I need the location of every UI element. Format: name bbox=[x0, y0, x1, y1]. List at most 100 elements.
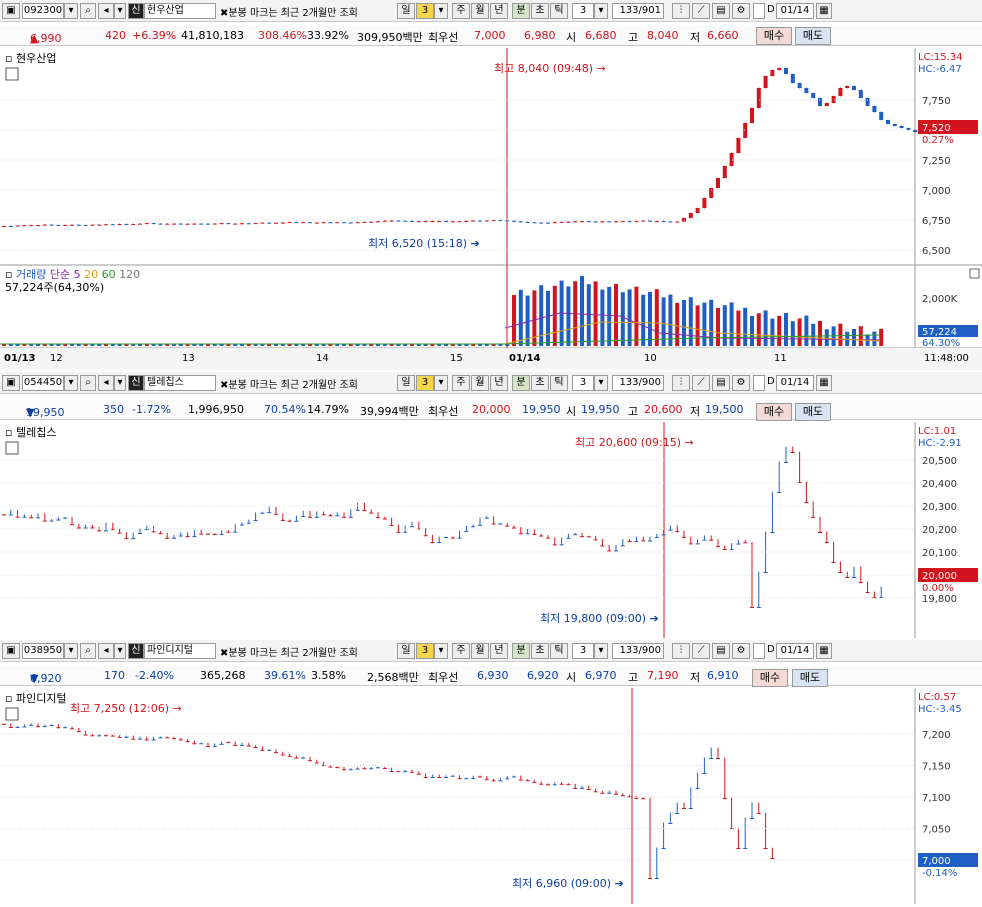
candle bbox=[29, 225, 34, 227]
volume-bar bbox=[811, 323, 816, 346]
gear-icon[interactable]: ⚙ bbox=[732, 3, 750, 19]
interval-select[interactable]: 3 bbox=[572, 643, 594, 659]
buy-button[interactable]: 매수 bbox=[756, 403, 792, 421]
sell-button[interactable]: 매도 bbox=[795, 403, 831, 421]
period-second-button[interactable]: 초 bbox=[531, 375, 549, 391]
indicator-icon[interactable]: ⫶ bbox=[672, 3, 690, 19]
search-icon[interactable]: ⌕ bbox=[80, 375, 96, 391]
code-dropdown-icon[interactable]: ▾ bbox=[64, 3, 78, 19]
save-icon[interactable]: ▤ bbox=[712, 643, 730, 659]
period-year-button[interactable]: 년 bbox=[490, 643, 508, 659]
price-chart[interactable]: ▫ 텔레칩스 LC:1.01 HC:-2.91 20,500 20,400 20,3… bbox=[0, 422, 982, 638]
period-dropdown-icon[interactable]: ▾ bbox=[434, 375, 448, 391]
stock-name[interactable]: 텔레칩스 bbox=[144, 375, 216, 391]
interval-dropdown-icon[interactable]: ▾ bbox=[594, 643, 608, 659]
code-input[interactable]: 092300 bbox=[22, 3, 64, 19]
grid-icon[interactable] bbox=[5, 67, 19, 81]
period-week-button[interactable]: 주 bbox=[452, 375, 470, 391]
sound-dropdown-icon[interactable]: ▾ bbox=[114, 643, 126, 659]
count-input[interactable]: 133/900 bbox=[612, 375, 664, 391]
draw-icon[interactable]: ⟋ bbox=[692, 643, 710, 659]
stock-name[interactable]: 현우산업 bbox=[144, 3, 216, 19]
period-week-button[interactable]: 주 bbox=[452, 3, 470, 19]
sell-button[interactable]: 매도 bbox=[795, 27, 831, 45]
draw-icon[interactable]: ⟋ bbox=[692, 3, 710, 19]
period-month-button[interactable]: 월 bbox=[471, 3, 489, 19]
period-minute-button[interactable]: 분 bbox=[512, 375, 530, 391]
period-n-button[interactable]: 3 bbox=[416, 643, 434, 659]
count-input[interactable]: 133/901 bbox=[612, 3, 664, 19]
period-dropdown-icon[interactable]: ▾ bbox=[434, 3, 448, 19]
calendar-icon[interactable]: ▦ bbox=[816, 643, 832, 659]
grid-icon[interactable] bbox=[5, 707, 19, 721]
buy-button[interactable]: 매수 bbox=[756, 27, 792, 45]
trade-amount: 2,568백만 bbox=[367, 671, 419, 684]
code-dropdown-icon[interactable]: ▾ bbox=[64, 643, 78, 659]
save-icon[interactable]: ▤ bbox=[712, 3, 730, 19]
indicator-icon[interactable]: ⫶ bbox=[672, 643, 690, 659]
candle bbox=[505, 220, 510, 222]
period-dropdown-icon[interactable]: ▾ bbox=[434, 643, 448, 659]
count-input[interactable]: 133/900 bbox=[612, 643, 664, 659]
save-icon[interactable]: ▤ bbox=[712, 375, 730, 391]
candle bbox=[614, 793, 618, 795]
stock-name[interactable]: 파인디지털 bbox=[144, 643, 216, 659]
layout-icon[interactable]: ▣ bbox=[2, 643, 20, 659]
code-input[interactable]: 038950 bbox=[22, 643, 64, 659]
period-year-button[interactable]: 년 bbox=[490, 3, 508, 19]
period-second-button[interactable]: 초 bbox=[531, 643, 549, 659]
grid-icon[interactable] bbox=[5, 441, 19, 455]
gear-icon[interactable]: ⚙ bbox=[732, 643, 750, 659]
candle bbox=[505, 778, 510, 780]
close-volume-icon[interactable] bbox=[969, 268, 980, 279]
code-dropdown-icon[interactable]: ▾ bbox=[64, 375, 78, 391]
period-day-button[interactable]: 일 bbox=[397, 375, 415, 391]
period-month-button[interactable]: 월 bbox=[471, 643, 489, 659]
sound-icon[interactable]: ◂ bbox=[98, 375, 114, 391]
d-checkbox[interactable] bbox=[753, 375, 765, 391]
date-input[interactable]: 01/14 bbox=[776, 375, 814, 391]
sound-icon[interactable]: ◂ bbox=[98, 643, 114, 659]
period-month-button[interactable]: 월 bbox=[471, 375, 489, 391]
price-chart[interactable]: ▫ 현우산업 LC:15.34 HC:-6.47 7,7507,5007,250… bbox=[0, 48, 982, 370]
layout-icon[interactable]: ▣ bbox=[2, 375, 20, 391]
search-icon[interactable]: ⌕ bbox=[80, 3, 96, 19]
draw-icon[interactable]: ⟋ bbox=[692, 375, 710, 391]
candle bbox=[348, 769, 353, 771]
interval-dropdown-icon[interactable]: ▾ bbox=[594, 3, 608, 19]
price-chart[interactable]: ▫ 파인디지털 LC:0.57 HC:-3.45 7,200 7,150 7,100… bbox=[0, 688, 982, 904]
d-checkbox[interactable] bbox=[753, 3, 765, 19]
period-day-button[interactable]: 일 bbox=[397, 643, 415, 659]
period-minute-button[interactable]: 분 bbox=[512, 643, 530, 659]
calendar-icon[interactable]: ▦ bbox=[816, 375, 832, 391]
period-year-button[interactable]: 년 bbox=[490, 375, 508, 391]
sound-dropdown-icon[interactable]: ▾ bbox=[114, 375, 126, 391]
candle bbox=[416, 773, 421, 775]
period-tick-button[interactable]: 틱 bbox=[550, 643, 568, 659]
period-minute-button[interactable]: 분 bbox=[512, 3, 530, 19]
interval-dropdown-icon[interactable]: ▾ bbox=[594, 375, 608, 391]
interval-select[interactable]: 3 bbox=[572, 375, 594, 391]
date-input[interactable]: 01/14 bbox=[776, 643, 814, 659]
date-input[interactable]: 01/14 bbox=[776, 3, 814, 19]
search-icon[interactable]: ⌕ bbox=[80, 643, 96, 659]
period-second-button[interactable]: 초 bbox=[531, 3, 549, 19]
sell-button[interactable]: 매도 bbox=[792, 669, 828, 687]
period-tick-button[interactable]: 틱 bbox=[550, 375, 568, 391]
d-checkbox[interactable] bbox=[753, 643, 765, 659]
gear-icon[interactable]: ⚙ bbox=[732, 375, 750, 391]
layout-icon[interactable]: ▣ bbox=[2, 3, 20, 19]
interval-select[interactable]: 3 bbox=[572, 3, 594, 19]
calendar-icon[interactable]: ▦ bbox=[816, 3, 832, 19]
sound-icon[interactable]: ◂ bbox=[98, 3, 114, 19]
period-day-button[interactable]: 일 bbox=[397, 3, 415, 19]
buy-button[interactable]: 매수 bbox=[752, 669, 788, 687]
period-n-button[interactable]: 3 bbox=[416, 3, 434, 19]
x-axis-label: 01/13 bbox=[4, 353, 36, 364]
sound-dropdown-icon[interactable]: ▾ bbox=[114, 3, 126, 19]
indicator-icon[interactable]: ⫶ bbox=[672, 375, 690, 391]
period-n-button[interactable]: 3 bbox=[416, 375, 434, 391]
period-week-button[interactable]: 주 bbox=[452, 643, 470, 659]
period-tick-button[interactable]: 틱 bbox=[550, 3, 568, 19]
code-input[interactable]: 054450 bbox=[22, 375, 64, 391]
